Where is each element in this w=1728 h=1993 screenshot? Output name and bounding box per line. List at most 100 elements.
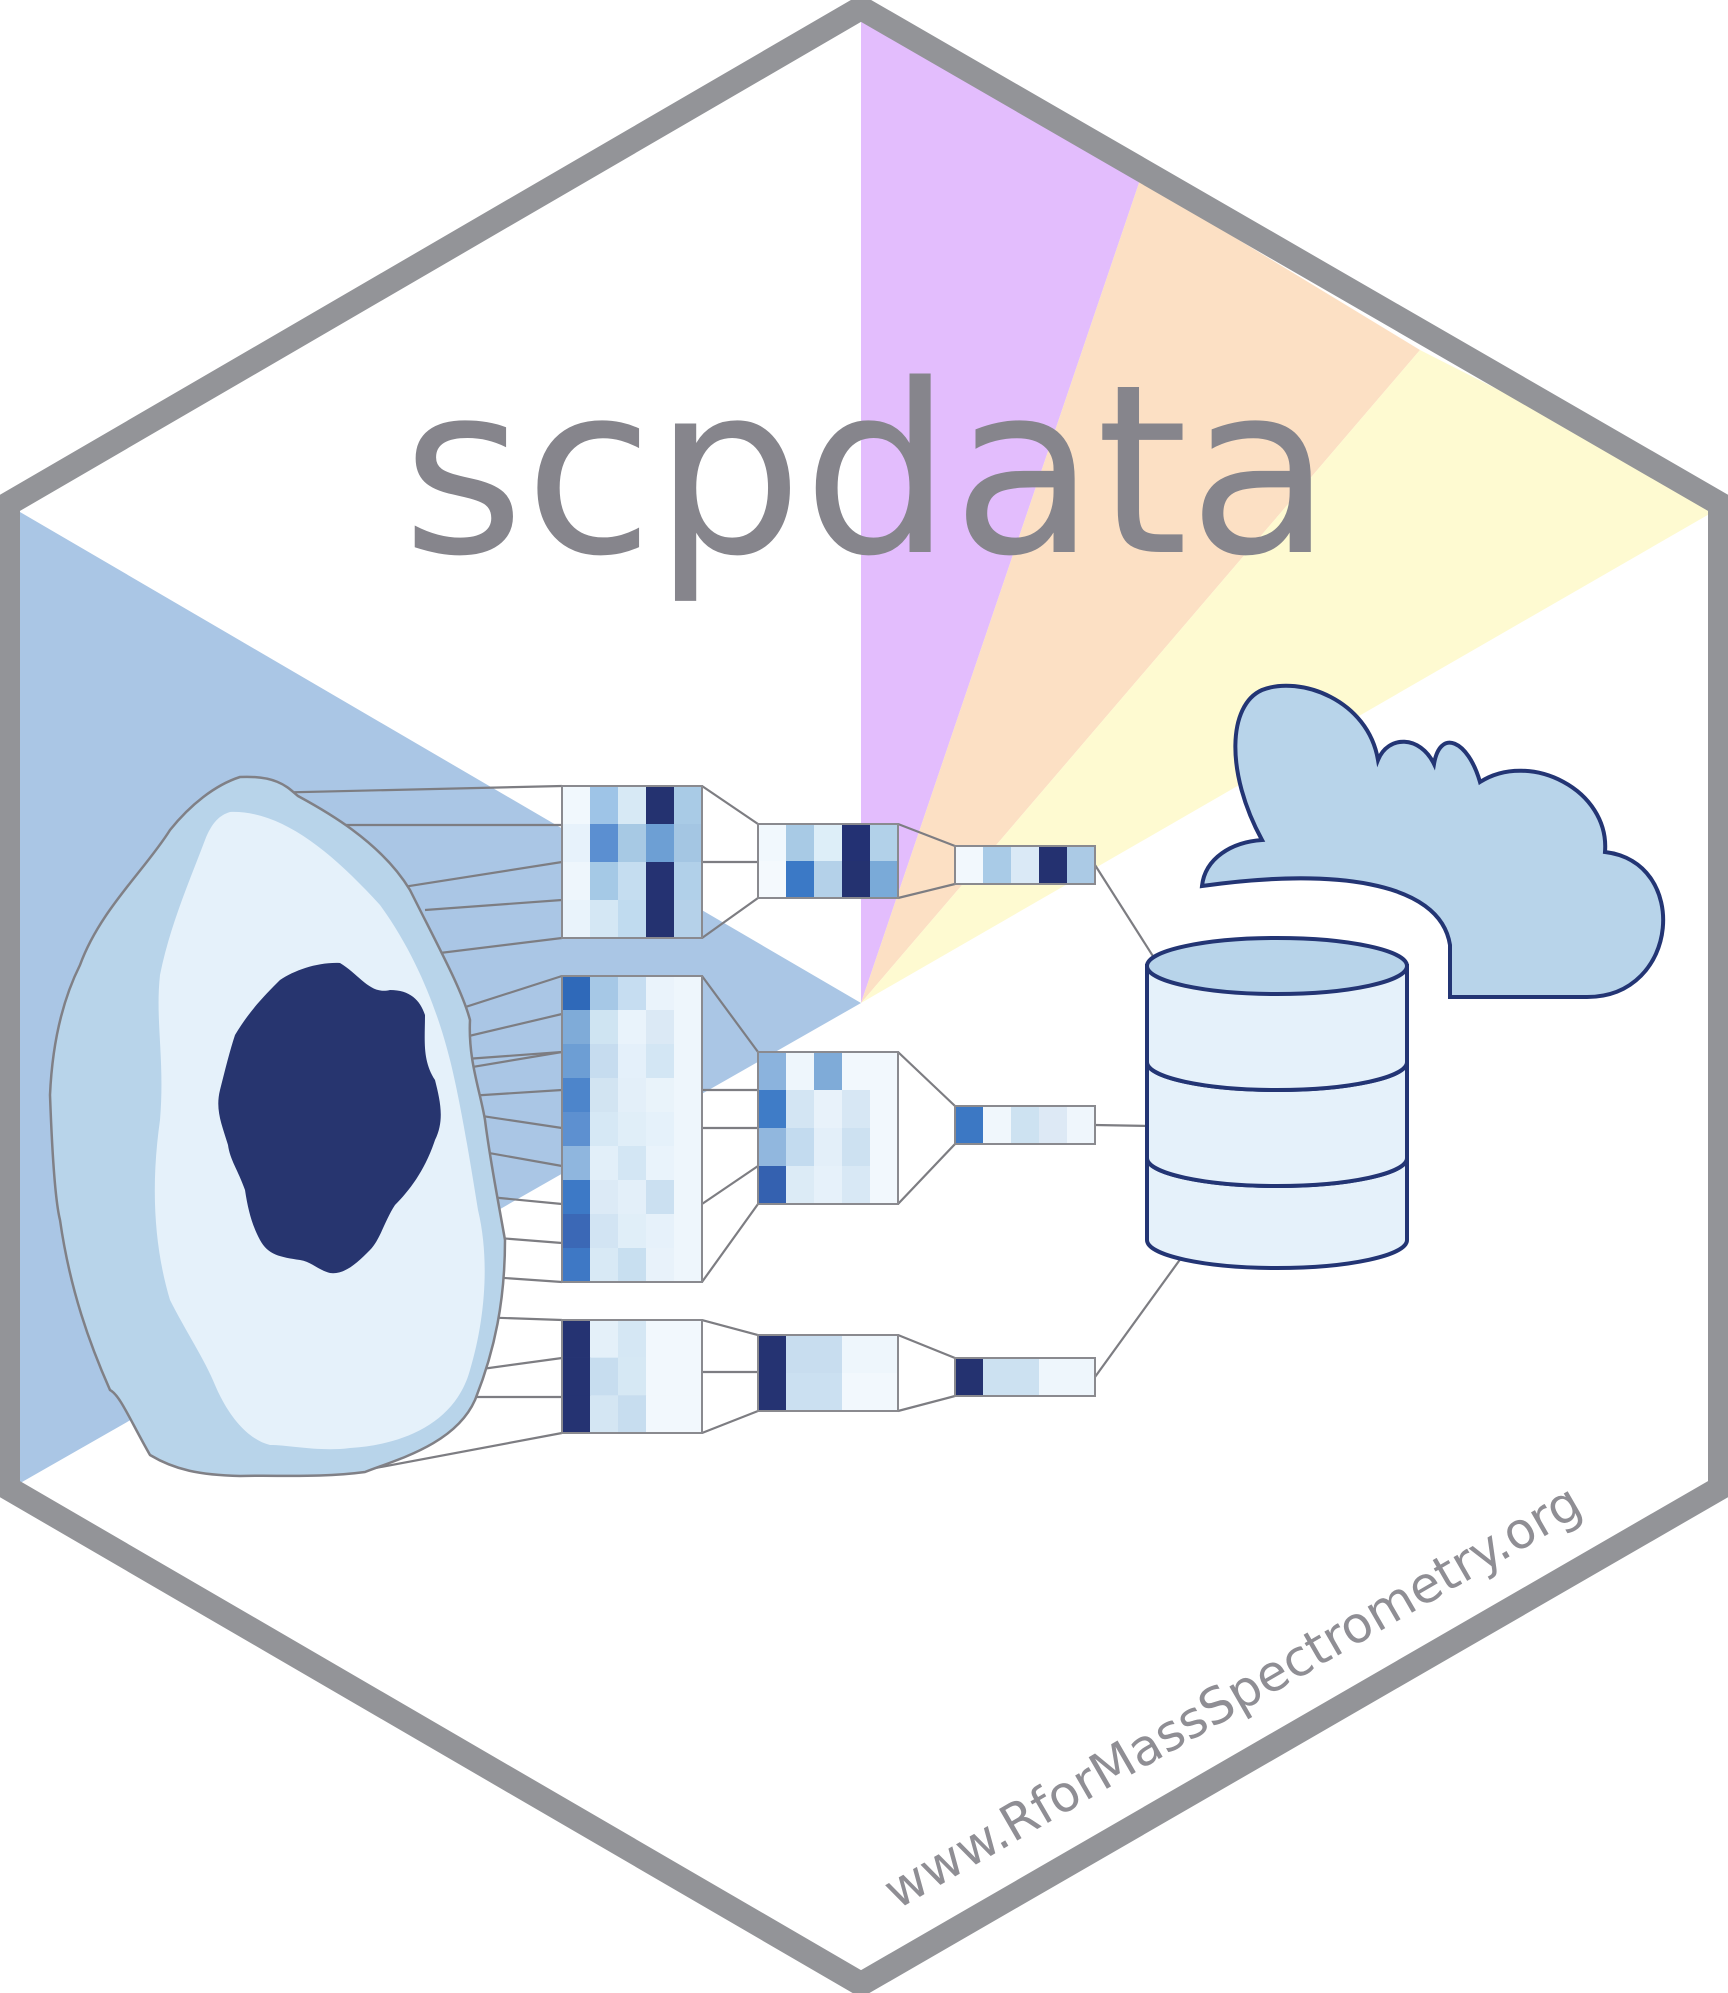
heatmap-cell	[786, 1335, 815, 1374]
heatmap-cell	[814, 1128, 843, 1167]
heatmap-cell	[870, 1128, 899, 1167]
heatmap-cell	[1011, 1106, 1040, 1145]
heatmap-top-2	[757, 823, 899, 899]
heatmap-cell	[618, 862, 647, 901]
heatmap-cell	[870, 824, 899, 862]
heatmap-cell	[955, 1106, 984, 1145]
heatmap-cell	[674, 1180, 703, 1215]
heatmap-cell	[870, 1052, 899, 1091]
heatmap-cell	[758, 1128, 787, 1167]
heatmap-cell	[646, 1078, 675, 1113]
heatmap-bot-1	[561, 1319, 703, 1434]
heatmap-cell	[590, 1044, 619, 1079]
heatmap-cell	[786, 824, 815, 862]
heatmap-cell	[786, 1373, 815, 1412]
heatmap-cell	[618, 1044, 647, 1079]
heatmap-mid-2	[757, 1051, 899, 1205]
heatmap-cell	[590, 1146, 619, 1181]
heatmap-cell	[562, 1248, 591, 1283]
heatmap-cell	[646, 1112, 675, 1147]
heatmap-cell	[674, 1395, 703, 1434]
heatmap-cell	[814, 1052, 843, 1091]
heatmap-cell	[842, 1052, 871, 1091]
heatmap-cell	[646, 1214, 675, 1249]
heatmap-cell	[646, 786, 675, 825]
heatmap-cell	[814, 1335, 843, 1374]
heatmap-cell	[646, 900, 675, 939]
heatmap-cell	[562, 1357, 591, 1396]
heatmap-cell	[646, 1180, 675, 1215]
heatmap-cell	[1067, 1106, 1096, 1145]
heatmap-cell	[590, 1248, 619, 1283]
heatmap-cell	[674, 1214, 703, 1249]
heatmap-cell	[674, 1320, 703, 1358]
heatmap-cell	[562, 786, 591, 825]
heatmap-cell	[814, 1090, 843, 1129]
heatmap-cell	[1039, 1106, 1068, 1145]
heatmap-cell	[983, 1106, 1012, 1145]
heatmap-cell	[562, 862, 591, 901]
heatmap-cell	[646, 824, 675, 863]
heatmap-cell	[870, 1335, 899, 1374]
heatmap-cell	[618, 786, 647, 825]
heatmap-cell	[955, 846, 984, 885]
heatmap-cell	[618, 824, 647, 863]
heatmap-cell	[590, 862, 619, 901]
heatmap-cell	[1011, 1358, 1040, 1397]
heatmap-cell	[758, 1166, 787, 1205]
heatmap-cell	[562, 900, 591, 939]
heatmap-cell	[758, 1090, 787, 1129]
heatmap-cell	[870, 1090, 899, 1129]
database-segment	[1145, 936, 1409, 1092]
heatmap-cell	[674, 1146, 703, 1181]
heatmap-cell	[814, 1373, 843, 1412]
heatmap-cell	[674, 862, 703, 901]
heatmap-cell	[646, 1146, 675, 1181]
heatmap-cell	[814, 1166, 843, 1205]
heatmap-cell	[842, 861, 871, 899]
scpdata-hex-logo: scpdata www.RforMassSpectrometry.org	[0, 0, 1728, 1993]
heatmap-cell	[590, 1395, 619, 1434]
heatmap-cell	[618, 1214, 647, 1249]
heatmap-cell	[618, 1112, 647, 1147]
heatmap-cell	[590, 786, 619, 825]
heatmap-cell	[1067, 1358, 1096, 1397]
heatmap-cell	[646, 1320, 675, 1358]
heatmap-cell	[590, 1112, 619, 1147]
heatmap-cell	[674, 1010, 703, 1045]
heatmap-cell	[562, 1010, 591, 1045]
heatmap-cell	[842, 824, 871, 862]
heatmap-cell	[842, 1090, 871, 1129]
heatmap-cell	[842, 1166, 871, 1205]
heatmap-cell	[590, 1010, 619, 1045]
heatmap-cell	[646, 862, 675, 901]
heatmap-cell	[646, 1395, 675, 1434]
heatmap-cell	[758, 861, 787, 899]
heatmap-cell	[618, 1357, 647, 1396]
database-icon	[1145, 936, 1409, 1270]
heatmap-cell	[590, 1357, 619, 1396]
heatmap-cell	[618, 900, 647, 939]
heatmap-cell	[1011, 846, 1040, 885]
heatmap-cell	[674, 1078, 703, 1113]
heatmap-cell	[674, 1248, 703, 1283]
heatmap-mid-3	[954, 1105, 1096, 1145]
heatmap-cell	[814, 861, 843, 899]
heatmap-cell	[590, 900, 619, 939]
heatmap-cell	[618, 1180, 647, 1215]
heatmap-cell	[786, 861, 815, 899]
heatmap-cell	[646, 1044, 675, 1079]
heatmap-cell	[870, 1166, 899, 1205]
heatmap-cell	[870, 1373, 899, 1412]
heatmap-cell	[955, 1358, 984, 1397]
heatmap-cell	[674, 900, 703, 939]
heatmap-cell	[562, 1395, 591, 1434]
heatmap-cell	[842, 1335, 871, 1374]
heatmap-cell	[646, 1248, 675, 1283]
heatmap-top-1	[561, 785, 703, 939]
heatmap-cell	[674, 1112, 703, 1147]
heatmap-cell	[562, 1078, 591, 1113]
heatmap-cell	[590, 824, 619, 863]
heatmap-cell	[618, 1395, 647, 1434]
heatmap-cell	[562, 824, 591, 863]
